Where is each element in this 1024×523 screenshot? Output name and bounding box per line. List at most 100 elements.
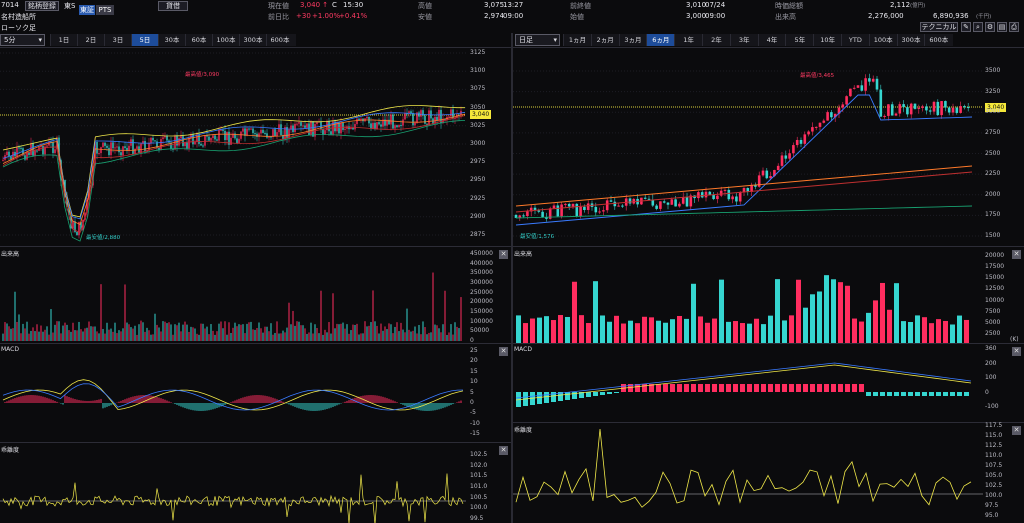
left-macd-bar xyxy=(230,402,232,403)
right-candle xyxy=(849,88,852,97)
left-macd-bar xyxy=(212,403,214,410)
left-candle xyxy=(366,116,368,119)
right-candle xyxy=(552,205,556,209)
left-volume-bar xyxy=(454,322,456,341)
left-volume-bar xyxy=(316,328,318,341)
left-volume-bar xyxy=(376,325,378,341)
left-macd-bar xyxy=(184,403,186,409)
left-volume-bar xyxy=(290,324,292,341)
right-candle xyxy=(807,131,810,135)
left-volume-bar xyxy=(164,321,166,341)
left-candle xyxy=(2,159,4,161)
left-candle xyxy=(112,142,114,149)
left-candle xyxy=(380,124,382,127)
left-volume-bar xyxy=(38,331,40,341)
right-candle xyxy=(966,107,970,109)
left-volume-bar xyxy=(216,331,218,341)
right-volume-bar xyxy=(950,324,955,343)
right-candle xyxy=(522,215,525,217)
left-volume-bar xyxy=(266,326,268,341)
left-macd-bar xyxy=(288,403,290,405)
left-volume-bar xyxy=(172,334,174,341)
left-macd-bar xyxy=(188,403,190,410)
left-macd-bar xyxy=(44,397,46,403)
left-candle xyxy=(350,127,352,130)
left-volume-bar xyxy=(194,328,196,341)
left-candle xyxy=(414,122,416,126)
left-candle xyxy=(312,121,314,137)
left-volume-bar xyxy=(370,322,372,341)
left-volume-bar xyxy=(432,272,434,341)
right-candle xyxy=(704,191,708,198)
right-candle xyxy=(955,107,959,113)
left-macd-bar xyxy=(296,403,298,408)
right-candle xyxy=(902,104,905,108)
left-macd-bar xyxy=(328,403,330,409)
left-volume-bar xyxy=(340,323,342,341)
left-macd-bar xyxy=(412,403,414,409)
right-candle xyxy=(678,203,681,207)
left-volume-bar xyxy=(276,321,278,341)
left-macd-bar xyxy=(304,403,306,411)
left-macd-bar xyxy=(314,403,316,411)
left-macd-bar xyxy=(376,395,378,403)
left-volume-bar xyxy=(22,323,24,341)
right-candle xyxy=(875,78,879,90)
left-volume-bar xyxy=(72,322,74,341)
left-candle xyxy=(160,139,162,151)
right-volume-bar xyxy=(754,318,759,343)
left-candle xyxy=(240,131,242,139)
left-volume-bar xyxy=(298,321,300,341)
left-candle xyxy=(226,131,228,141)
left-macd-bar xyxy=(430,403,432,411)
left-macd-bar xyxy=(270,397,272,403)
left-volume-bar xyxy=(350,330,352,341)
right-volume-bar xyxy=(803,307,808,343)
left-macd-bar xyxy=(262,395,264,403)
left-volume-bar xyxy=(148,330,150,341)
right-candle xyxy=(613,201,617,207)
right-volume-bar xyxy=(775,279,780,343)
right-volume-bar xyxy=(894,283,899,343)
left-volume-bar xyxy=(286,327,288,341)
left-volume-bar xyxy=(244,333,246,341)
left-volume-bar xyxy=(270,323,272,341)
left-candle xyxy=(448,116,450,118)
left-volume-bar xyxy=(344,328,346,341)
right-candle xyxy=(697,192,700,199)
left-macd-bar xyxy=(232,401,234,403)
left-volume-bar xyxy=(292,310,294,341)
left-macd-bar xyxy=(84,400,86,403)
left-volume-bar xyxy=(18,314,20,341)
left-volume-bar xyxy=(232,327,234,341)
left-volume-bar xyxy=(122,328,124,341)
right-macd-bar xyxy=(908,392,913,396)
left-volume-bar xyxy=(46,326,48,341)
right-macd-bar xyxy=(656,384,661,392)
right-macd-bar xyxy=(565,392,570,400)
right-volume-bar xyxy=(516,315,521,343)
right-candle xyxy=(799,139,803,144)
left-ma-line xyxy=(2,113,466,225)
left-volume-bar xyxy=(196,333,198,341)
left-volume-bar xyxy=(212,330,214,341)
left-candle xyxy=(304,125,306,128)
right-macd-bar xyxy=(642,384,647,392)
left-candle xyxy=(30,143,32,155)
left-macd-bar xyxy=(326,403,328,410)
right-macd-bar xyxy=(754,384,759,392)
left-volume-bar xyxy=(390,324,392,341)
left-macd-bar xyxy=(452,403,454,405)
left-candle xyxy=(340,122,342,134)
right-volume-bar xyxy=(677,315,682,343)
left-macd-bar xyxy=(442,403,444,409)
right-volume-bar xyxy=(572,281,577,343)
right-candle xyxy=(951,107,955,113)
left-macd-bar xyxy=(190,403,192,410)
left-volume-bar xyxy=(324,329,326,341)
left-candle xyxy=(438,109,440,121)
left-volume-bar xyxy=(356,323,358,341)
left-macd-bar xyxy=(290,403,292,406)
right-candle xyxy=(674,199,677,207)
left-volume-bar xyxy=(418,324,420,341)
